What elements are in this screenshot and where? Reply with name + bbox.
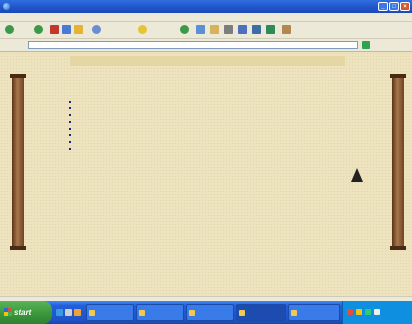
media-icon[interactable]	[180, 25, 189, 34]
title-bar: _ □ ×	[0, 0, 412, 13]
taskbar-item[interactable]	[136, 304, 184, 321]
internet-explorer-icon	[3, 3, 10, 10]
favorites-icon[interactable]	[138, 25, 147, 34]
tray-icon[interactable]	[356, 309, 362, 315]
address-input[interactable]	[28, 41, 358, 49]
start-button[interactable]: start	[0, 301, 52, 324]
windows-flag-icon	[4, 308, 12, 316]
show-desktop-icon[interactable]	[65, 309, 72, 316]
search-icon[interactable]	[92, 25, 101, 34]
list-item[interactable]	[68, 98, 74, 105]
menu-bar	[0, 13, 412, 22]
tray-icon[interactable]	[347, 309, 353, 315]
refresh-icon[interactable]	[62, 25, 71, 34]
home-icon[interactable]	[74, 25, 83, 34]
window-icon	[139, 310, 145, 316]
internet-explorer-icon[interactable]	[56, 309, 63, 316]
volume-icon[interactable]	[374, 309, 380, 315]
start-label: start	[14, 308, 32, 317]
close-button[interactable]: ×	[400, 2, 410, 11]
document-icon	[291, 310, 297, 316]
list-item[interactable]	[68, 125, 74, 132]
right-column-decoration	[390, 74, 406, 250]
internet-explorer-icon	[239, 310, 245, 316]
list-item[interactable]	[68, 112, 74, 119]
taskbar-item-active[interactable]	[236, 304, 286, 321]
maximize-button[interactable]: □	[389, 2, 399, 11]
taskbar-item[interactable]	[86, 304, 134, 321]
history-icon[interactable]	[196, 25, 205, 34]
discuss-icon[interactable]	[252, 25, 261, 34]
edit-icon[interactable]	[238, 25, 247, 34]
mouse-cursor-icon	[351, 168, 363, 182]
back-icon[interactable]	[5, 25, 14, 34]
messenger-icon[interactable]	[266, 25, 275, 34]
list-item[interactable]	[68, 139, 74, 146]
document-icon	[189, 310, 195, 316]
forward-icon[interactable]	[34, 25, 43, 34]
left-column-decoration	[10, 74, 26, 250]
go-button[interactable]	[362, 41, 392, 49]
page-content	[0, 52, 412, 296]
mail-icon[interactable]	[210, 25, 219, 34]
media-player-icon[interactable]	[74, 309, 81, 316]
list-item[interactable]	[68, 118, 74, 125]
minimize-button[interactable]: _	[378, 2, 388, 11]
taskbar-item[interactable]	[186, 304, 234, 321]
list-item[interactable]	[68, 105, 74, 112]
toolbar	[0, 22, 412, 39]
link-list	[68, 98, 74, 152]
folder-icon	[89, 310, 95, 316]
list-item[interactable]	[68, 132, 74, 139]
browser-window: _ □ ×	[0, 0, 412, 302]
go-arrow-icon	[362, 41, 370, 49]
list-item[interactable]	[68, 146, 74, 153]
taskbar-item[interactable]	[288, 304, 340, 321]
print-icon[interactable]	[224, 25, 233, 34]
research-icon[interactable]	[282, 25, 291, 34]
stop-icon[interactable]	[50, 25, 59, 34]
tray-icon[interactable]	[365, 309, 371, 315]
system-tray	[342, 301, 412, 324]
taskbar: start	[0, 301, 412, 324]
top-navigation	[70, 56, 345, 66]
address-bar	[0, 39, 412, 52]
